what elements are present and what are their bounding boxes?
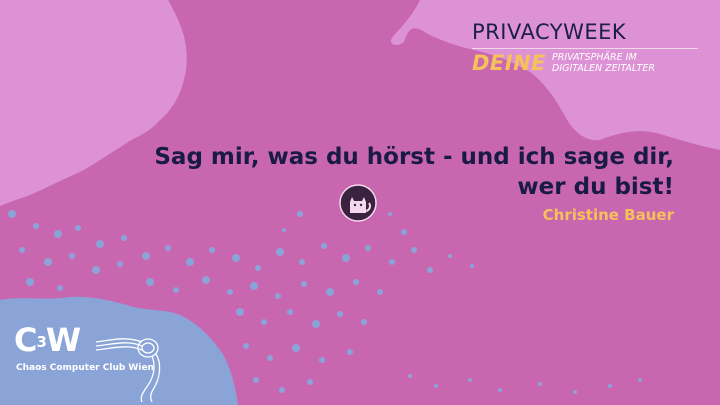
brand-subtitle-line2: DIGITALEN ZEITALTER [552, 63, 655, 74]
speaker-name: Christine Bauer [542, 206, 674, 224]
brand-title: PRIVACYWEEK [472, 20, 627, 44]
brand-subtitle: PRIVATSPHÄRE IM DIGITALEN ZEITALTER [552, 52, 655, 74]
brand-divider [472, 48, 698, 49]
cat-icon [339, 184, 377, 222]
c3w-logo: C3W Chaos Computer Club Wien [14, 322, 174, 402]
brand-subtitle-line1: PRIVATSPHÄRE IM [552, 52, 637, 63]
talk-title-line1: Sag mir, was du hörst - und ich sage dir… [154, 144, 674, 170]
brand-deine: DEINE [472, 51, 547, 75]
brand-tagline: DEINE PRIVATSPHÄRE IM DIGITALEN ZEITALTE… [472, 52, 698, 74]
privacyweek-brand: PRIVACYWEEK DEINE PRIVATSPHÄRE IM DIGITA… [472, 20, 698, 74]
rope-knot-icon [96, 338, 161, 402]
c3w-mark: C3W [14, 321, 81, 359]
slide: PRIVACYWEEK DEINE PRIVATSPHÄRE IM DIGITA… [0, 0, 720, 405]
